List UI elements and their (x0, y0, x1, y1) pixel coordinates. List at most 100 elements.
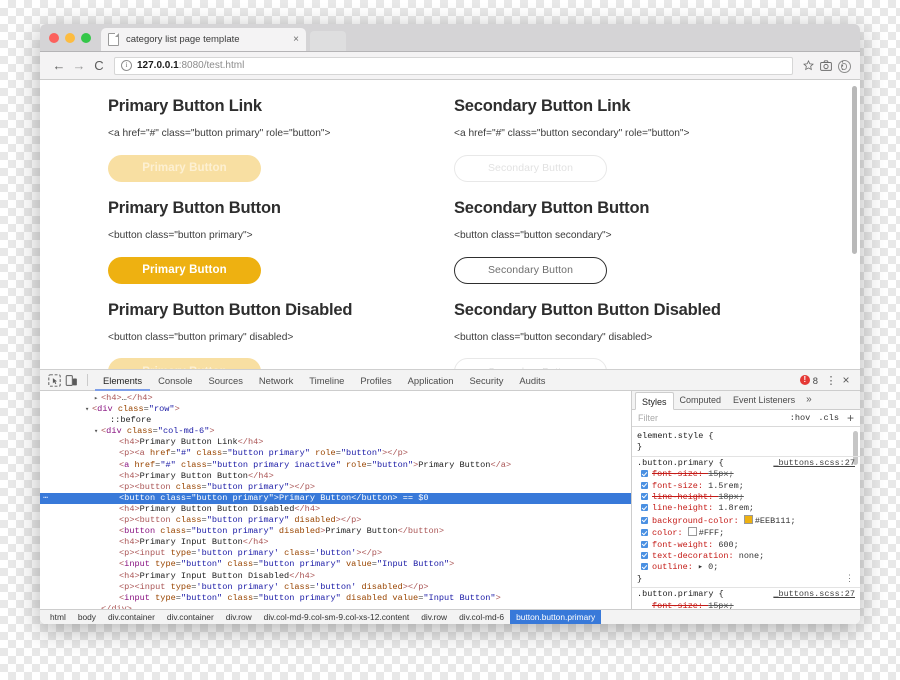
hov-toggle[interactable]: :hov (790, 413, 811, 423)
property-name[interactable]: background-color: (652, 516, 744, 526)
property-value[interactable]: #FFF; (699, 528, 725, 538)
breadcrumb-item[interactable]: div.container (102, 610, 161, 624)
dom-node[interactable]: <p><button class="button primary" disabl… (40, 515, 631, 526)
style-rule[interactable]: element.style {} (632, 430, 860, 457)
tab-audits[interactable]: Audits (511, 371, 553, 391)
inspect-element-icon[interactable] (46, 373, 63, 388)
primary-button[interactable]: Primary Button (108, 256, 261, 284)
dom-node-selected[interactable]: ⋯ <button class="button primary">Primary … (40, 492, 631, 504)
dom-node[interactable]: <p><button class="button primary"></p> (40, 482, 631, 493)
dom-node[interactable]: <h4>Primary Button Button</h4> (40, 471, 631, 482)
dom-node[interactable]: <input type="button" class="button prima… (40, 593, 631, 604)
property-enabled-checkbox[interactable] (641, 563, 648, 571)
dom-node[interactable]: ▸ <h4>…</h4> (40, 393, 631, 404)
address-input[interactable]: i 127.0.0.1:8080/test.html (114, 56, 793, 75)
dom-node[interactable]: </div> (40, 604, 631, 609)
property-value[interactable]: 1.5rem; (708, 481, 744, 491)
filter-input[interactable]: Filter (638, 413, 782, 423)
primary-button-link[interactable]: Primary Button (108, 154, 261, 182)
property-name[interactable]: font-size: (652, 481, 708, 491)
breadcrumb-item[interactable]: div.container (161, 610, 220, 624)
maximize-window-button[interactable] (81, 33, 91, 43)
tab-security[interactable]: Security (462, 371, 512, 391)
reload-icon[interactable]: C (89, 58, 109, 73)
tab-network[interactable]: Network (251, 371, 301, 391)
breadcrumb-item[interactable]: div.row (220, 610, 258, 624)
rule-source-link[interactable]: _buttons.scss:27 (773, 458, 855, 469)
property-value[interactable]: #EEB111; (755, 516, 796, 526)
property-name[interactable]: font-size: (652, 601, 708, 609)
close-window-button[interactable] (49, 33, 59, 43)
property-name[interactable]: line-height: (652, 503, 718, 513)
breadcrumb-item[interactable]: div.row (415, 610, 453, 624)
dom-node[interactable]: <h4>Primary Button Button Disabled</h4> (40, 504, 631, 515)
property-enabled-checkbox[interactable] (641, 529, 648, 537)
tab-sources[interactable]: Sources (201, 371, 251, 391)
devtools-menu-icon[interactable]: ⋮ (824, 374, 838, 387)
property-name[interactable]: font-weight: (652, 540, 718, 550)
dom-node[interactable]: <p><input type='button primary' class='b… (40, 548, 631, 559)
property-enabled-checkbox[interactable] (641, 493, 648, 501)
style-property[interactable]: line-height: 1.8rem; (637, 503, 855, 514)
dom-tree-pane[interactable]: ▸ <h4>…</h4> ▾ <div class="row">::before ▾ <d… (40, 391, 632, 609)
property-value[interactable]: 18px; (718, 492, 744, 502)
forward-icon[interactable]: → (69, 58, 89, 73)
dom-node[interactable]: <h4>Primary Button Link</h4> (40, 437, 631, 448)
more-tabs-icon[interactable]: » (801, 391, 817, 409)
property-name[interactable]: color: (652, 528, 688, 538)
tab-event-listeners[interactable]: Event Listeners (727, 391, 801, 409)
rule-source-link[interactable]: _buttons.scss:27 (773, 589, 855, 600)
dom-node[interactable]: <button class="button primary" disabled>… (40, 526, 631, 537)
close-icon[interactable]: × (293, 34, 299, 45)
rule-selector[interactable]: .button.primary { (637, 458, 724, 469)
property-name[interactable]: font-size: (652, 469, 708, 479)
page-info-icon[interactable]: i (121, 60, 132, 71)
back-icon[interactable]: ← (49, 58, 69, 73)
property-enabled-checkbox[interactable] (641, 504, 648, 512)
property-value[interactable]: none; (739, 551, 765, 561)
cls-toggle[interactable]: .cls (818, 413, 839, 423)
camera-icon[interactable] (817, 60, 834, 71)
dom-node[interactable]: ▾ <div class="row"> (40, 404, 631, 415)
style-property[interactable]: text-decoration: none; (637, 551, 855, 562)
property-enabled-checkbox[interactable] (641, 516, 648, 524)
profile-avatar-icon[interactable] (838, 60, 851, 73)
style-property[interactable]: background-color: #EEB111; (637, 514, 855, 527)
breadcrumb-item[interactable]: body (72, 610, 102, 624)
devtools-close-icon[interactable]: × (838, 373, 854, 387)
property-enabled-checkbox[interactable] (641, 470, 648, 478)
color-swatch-icon[interactable] (743, 514, 753, 524)
dom-node[interactable]: <p><a href="#" class="button primary" ro… (40, 448, 631, 459)
tab-console[interactable]: Console (150, 371, 200, 391)
style-rule[interactable]: .button.primary {_buttons.scss:27 font-si… (632, 588, 860, 609)
style-property[interactable]: font-size: 15px; (637, 469, 855, 480)
property-value[interactable]: 15px; (708, 601, 734, 609)
breadcrumb-item[interactable]: button.button.primary (510, 610, 602, 624)
property-name[interactable]: text-decoration: (652, 551, 739, 561)
error-count-badge[interactable]: ! 8 (799, 375, 818, 386)
property-value[interactable]: 600; (718, 540, 738, 550)
rule-menu-icon[interactable]: ⋮ (845, 574, 854, 585)
browser-tab[interactable]: category list page template × (101, 28, 306, 51)
property-enabled-checkbox[interactable] (641, 481, 648, 489)
style-property[interactable]: font-size: 15px; (637, 601, 855, 609)
style-property[interactable]: line-height: 18px; (637, 492, 855, 503)
property-value[interactable]: 1.8rem; (718, 503, 754, 513)
style-property[interactable]: outline: ▸ 0; (637, 562, 855, 573)
bookmark-star-icon[interactable] (800, 60, 817, 71)
tab-application[interactable]: Application (400, 371, 462, 391)
property-value[interactable]: 15px; (708, 469, 734, 479)
dom-node[interactable]: <p><input type='button primary' class='b… (40, 582, 631, 593)
page-scrollbar[interactable] (852, 86, 857, 254)
dom-node[interactable]: ::before (40, 415, 631, 426)
minimize-window-button[interactable] (65, 33, 75, 43)
new-style-rule-icon[interactable]: + (847, 412, 854, 424)
dom-node[interactable]: <input type="button" class="button prima… (40, 559, 631, 570)
property-name[interactable]: outline: (652, 562, 698, 572)
tab-profiles[interactable]: Profiles (352, 371, 399, 391)
rule-selector[interactable]: element.style { (637, 431, 714, 442)
style-property[interactable]: font-size: 1.5rem; (637, 481, 855, 492)
breadcrumb-item[interactable]: html (44, 610, 72, 624)
tab-computed[interactable]: Computed (674, 391, 728, 409)
dom-node[interactable]: <h4>Primary Input Button</h4> (40, 537, 631, 548)
